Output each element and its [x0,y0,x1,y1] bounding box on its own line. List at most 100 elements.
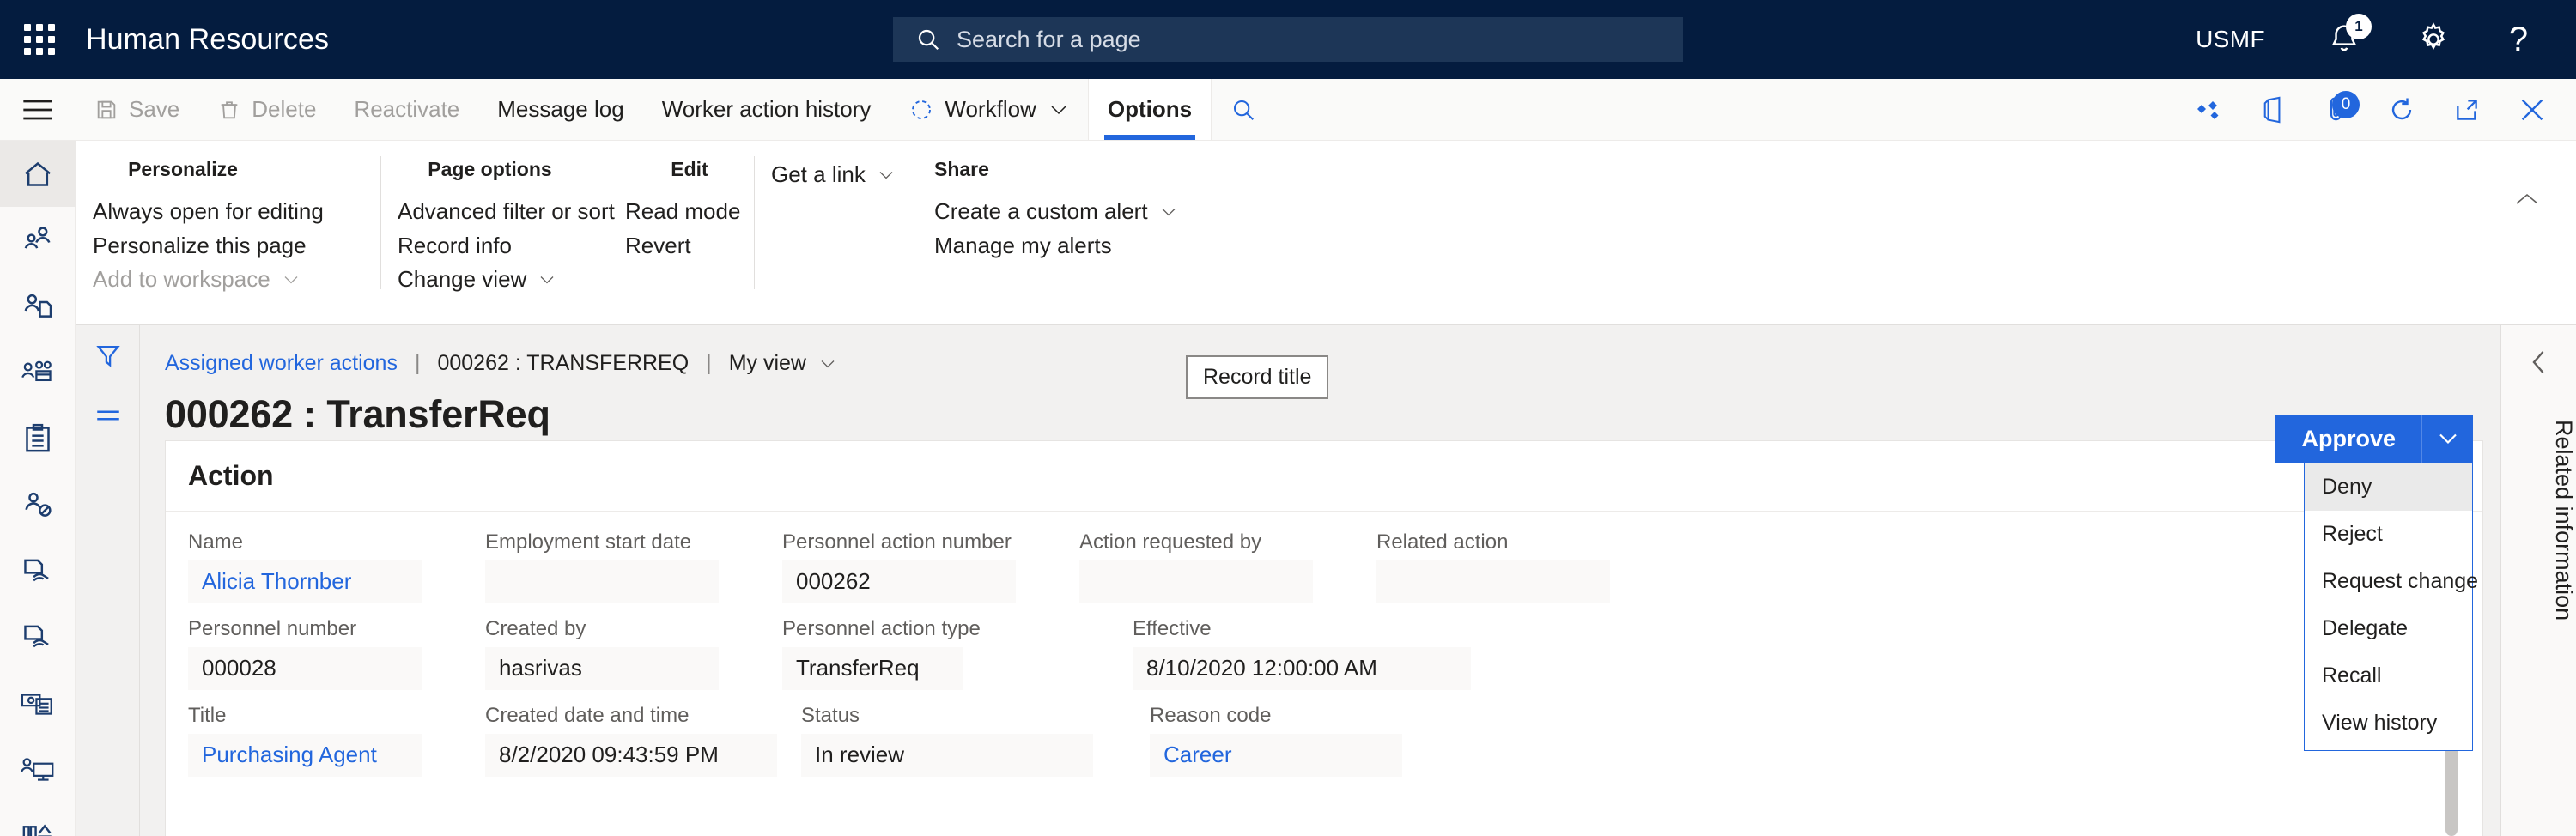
sidebar-item-analytics[interactable] [0,802,76,836]
field-label: Created by [485,617,586,640]
sidebar-item-leave-absence[interactable] [0,471,76,537]
popout-icon[interactable] [2452,96,2482,124]
field-value-created-by[interactable]: hasrivas [485,647,719,690]
office-icon[interactable] [2260,94,2287,125]
menu-item-deny[interactable]: Deny [2305,463,2472,511]
field-action-requested-by: Action requested by [1079,530,1313,603]
menu-item-reject[interactable]: Reject [2305,511,2472,558]
hamburger-icon[interactable] [0,79,76,140]
field-value-effective[interactable]: 8/10/2020 12:00:00 AM [1133,647,1471,690]
app-title: Human Resources [86,22,330,56]
field-value-personnel-number[interactable]: 000028 [188,647,422,690]
filter-icon[interactable] [76,325,140,385]
field-value-personnel-action-type[interactable]: TransferReq [782,647,963,690]
breadcrumb-link-assigned-worker-actions[interactable]: Assigned worker actions [165,351,398,376]
field-value-employment-start-date[interactable] [485,560,719,603]
action-card: Action 8/10/2020 12:0 Name Alicia Thornb… [165,440,2483,836]
command-search-button[interactable] [1212,79,1275,140]
notification-count-badge: 1 [2346,14,2372,39]
close-icon[interactable] [2518,95,2547,124]
ribbon-item-label: Record info [398,232,512,258]
company-selector[interactable]: USMF [2196,26,2265,53]
chevron-left-icon[interactable] [2501,325,2576,399]
field-value-status[interactable]: In review [801,734,1093,777]
ribbon-item-label: Change view [398,266,527,293]
collapse-ribbon-button[interactable] [2512,191,2542,209]
top-navigation-bar: Human Resources Search for a page USMF 1 [0,0,2576,79]
settings-button[interactable] [2411,17,2456,62]
field-related-action: Related action [1376,530,1610,603]
attachments-icon[interactable]: 0 [2324,90,2360,125]
sidebar-item-employees[interactable] [0,207,76,273]
menu-item-recall[interactable]: Recall [2305,652,2472,700]
ribbon-group-title: Page options [428,158,552,180]
tab-options[interactable]: Options [1087,79,1212,140]
menu-item-view-history[interactable]: View history [2305,700,2472,747]
read-mode-item[interactable]: Read mode [625,195,754,229]
field-value-personnel-action-number[interactable]: 000262 [782,560,1016,603]
top-nav-right-cluster: USMF 1 ? [2196,0,2576,79]
form-pane: Assigned worker actions | 000262 : TRANS… [76,325,2540,836]
field-value-name[interactable]: Alicia Thornber [188,560,422,603]
options-label: Options [1107,96,1193,122]
sidebar-item-teams[interactable] [0,339,76,405]
field-label: Related action [1376,530,1509,554]
global-search-input[interactable]: Search for a page [893,17,1683,62]
delete-button[interactable]: Delete [198,79,335,140]
revert-item[interactable]: Revert [625,229,754,264]
always-open-for-editing-item[interactable]: Always open for editing [93,195,324,229]
reactivate-button[interactable]: Reactivate [335,79,478,140]
app-launcher-icon[interactable] [19,19,60,60]
manage-my-alerts-item[interactable]: Manage my alerts [934,229,1175,264]
create-a-custom-alert-item[interactable]: Create a custom alert [934,195,1176,229]
ribbon-item-label: Manage my alerts [934,232,1112,258]
field-value-reason-code[interactable]: Career [1150,734,1402,777]
delete-label: Delete [252,96,317,122]
sidebar-item-benefits[interactable] [0,537,76,603]
lines-icon[interactable] [76,385,140,445]
approve-dropdown-toggle[interactable] [2421,415,2473,463]
sidebar-item-payroll[interactable] [0,669,76,736]
approve-button[interactable]: Approve [2275,415,2421,463]
add-to-workspace-item[interactable]: Add to workspace [93,263,298,297]
field-value-title[interactable]: Purchasing Agent [188,734,422,777]
sidebar-item-tasks[interactable] [0,405,76,471]
breadcrumb-separator: | [706,351,712,375]
save-button[interactable]: Save [76,79,198,140]
advanced-filter-or-sort-item[interactable]: Advanced filter or sort [398,195,615,229]
breadcrumb-record: 000262 : TRANSFERREQ [437,351,690,375]
record-info-item[interactable]: Record info [398,229,582,264]
workflow-label: Workflow [945,96,1036,122]
help-button[interactable]: ? [2500,17,2537,62]
refresh-icon[interactable] [2387,95,2416,124]
ribbon-item-label: Create a custom alert [934,198,1148,224]
ribbon-group-share: Share Create a custom alert Manage my al… [934,141,1176,295]
get-a-link-item[interactable]: Get a link [771,158,926,192]
sidebar-item-home[interactable] [0,141,76,207]
field-value-created-date-and-time[interactable]: 8/2/2020 09:43:59 PM [485,734,777,777]
field-reason-code: Reason code Career [1150,704,1402,777]
personalize-this-page-item[interactable]: Personalize this page [93,229,307,264]
worker-action-history-button[interactable]: Worker action history [643,79,890,140]
menu-item-request-change[interactable]: Request change [2305,558,2478,605]
approve-dropdown-menu: Deny Reject Request change Delegate Reca… [2304,463,2478,751]
field-value-action-requested-by[interactable] [1079,560,1313,603]
notifications-button[interactable]: 1 [2322,14,2372,62]
view-selector[interactable]: My view [729,351,837,376]
field-personnel-action-number: Personnel action number 000262 [782,530,1016,603]
sidebar-item-employee-records[interactable] [0,273,76,339]
sidebar-item-training[interactable] [0,736,76,802]
related-information-label[interactable]: Related information [2501,420,2576,621]
ribbon-divider [380,156,381,289]
message-log-button[interactable]: Message log [478,79,642,140]
field-value-related-action[interactable] [1376,560,1610,603]
field-personnel-number: Personnel number 000028 [188,617,422,690]
sidebar-item-compensation[interactable] [0,603,76,669]
field-created-date-and-time: Created date and time 8/2/2020 09:43:59 … [485,704,777,777]
menu-item-delegate[interactable]: Delegate [2305,605,2472,652]
breadcrumb: Assigned worker actions | 000262 : TRANS… [165,351,837,376]
change-view-item[interactable]: Change view [398,263,582,297]
ribbon-group-edit: Edit Read mode Revert [625,141,754,295]
workflow-menu-button[interactable]: Workflow [890,79,1087,140]
diamonds-icon[interactable] [2195,97,2224,123]
